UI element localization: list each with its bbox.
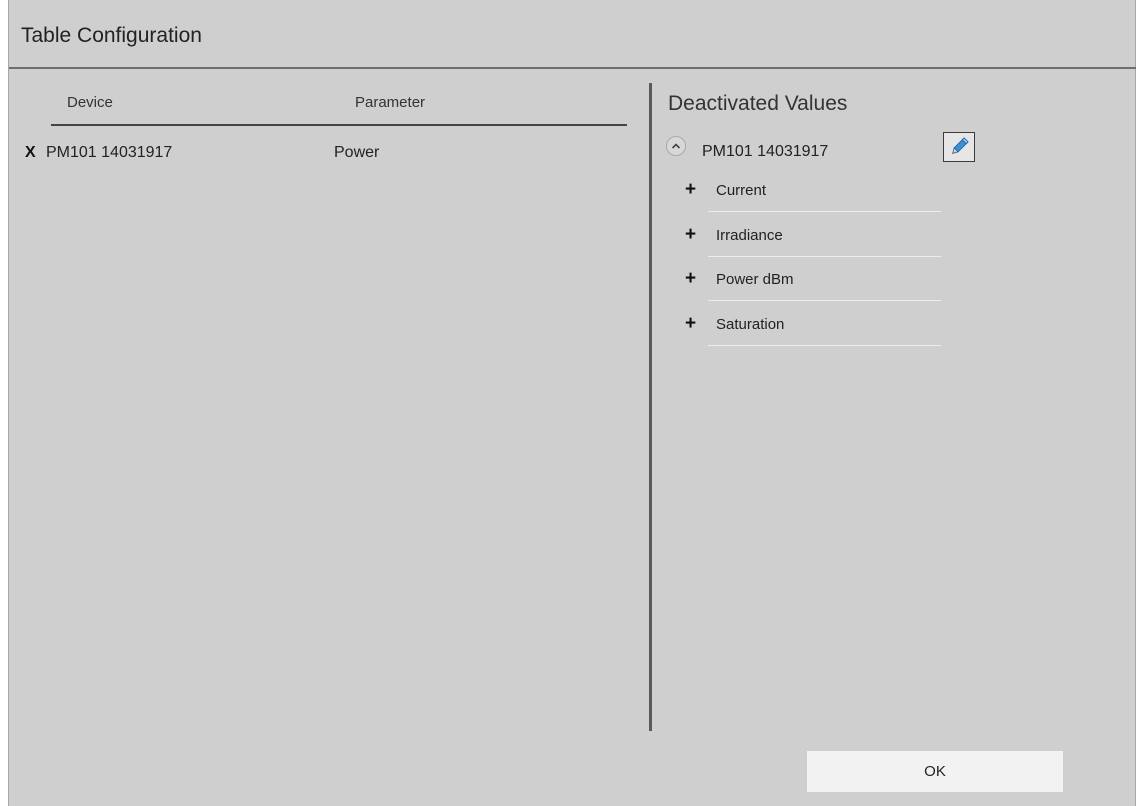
edit-device-button[interactable] [943,132,975,162]
deactivated-device-name: PM101 14031917 [702,143,829,160]
plus-icon: + [685,268,697,289]
plus-icon: + [685,224,697,245]
value-label: Power dBm [716,271,794,288]
chevron-up-icon [671,143,681,149]
deactivated-value-irradiance[interactable]: + Irradiance [685,222,951,266]
value-underline [708,256,941,257]
deactivated-values-title: Deactivated Values [668,92,848,115]
deactivated-value-saturation[interactable]: + Saturation [685,311,951,355]
dialog-title: Table Configuration [21,24,202,47]
value-label: Irradiance [716,227,783,244]
row-device-cell: PM101 14031917 [46,144,173,161]
ok-button[interactable]: OK [807,751,1063,792]
plus-icon: + [685,179,697,200]
plus-icon: + [685,313,697,334]
pencil-icon [952,137,969,154]
value-underline [708,211,941,212]
value-underline [708,345,941,346]
panel-splitter[interactable] [649,83,652,731]
column-header-device: Device [67,94,113,111]
deactivated-value-current[interactable]: + Current [685,177,951,221]
column-header-parameter: Parameter [355,94,426,111]
value-label: Saturation [716,316,785,333]
remove-row-button[interactable]: X [25,144,36,162]
title-divider [9,67,1136,69]
row-parameter-cell: Power [334,144,380,161]
deactivated-value-power-dbm[interactable]: + Power dBm [685,266,951,310]
collapse-device-button[interactable] [666,136,686,156]
table-configuration-dialog: Table Configuration Device Parameter X P… [8,0,1136,806]
value-underline [708,300,941,301]
header-divider [51,124,627,126]
value-label: Current [716,182,767,199]
